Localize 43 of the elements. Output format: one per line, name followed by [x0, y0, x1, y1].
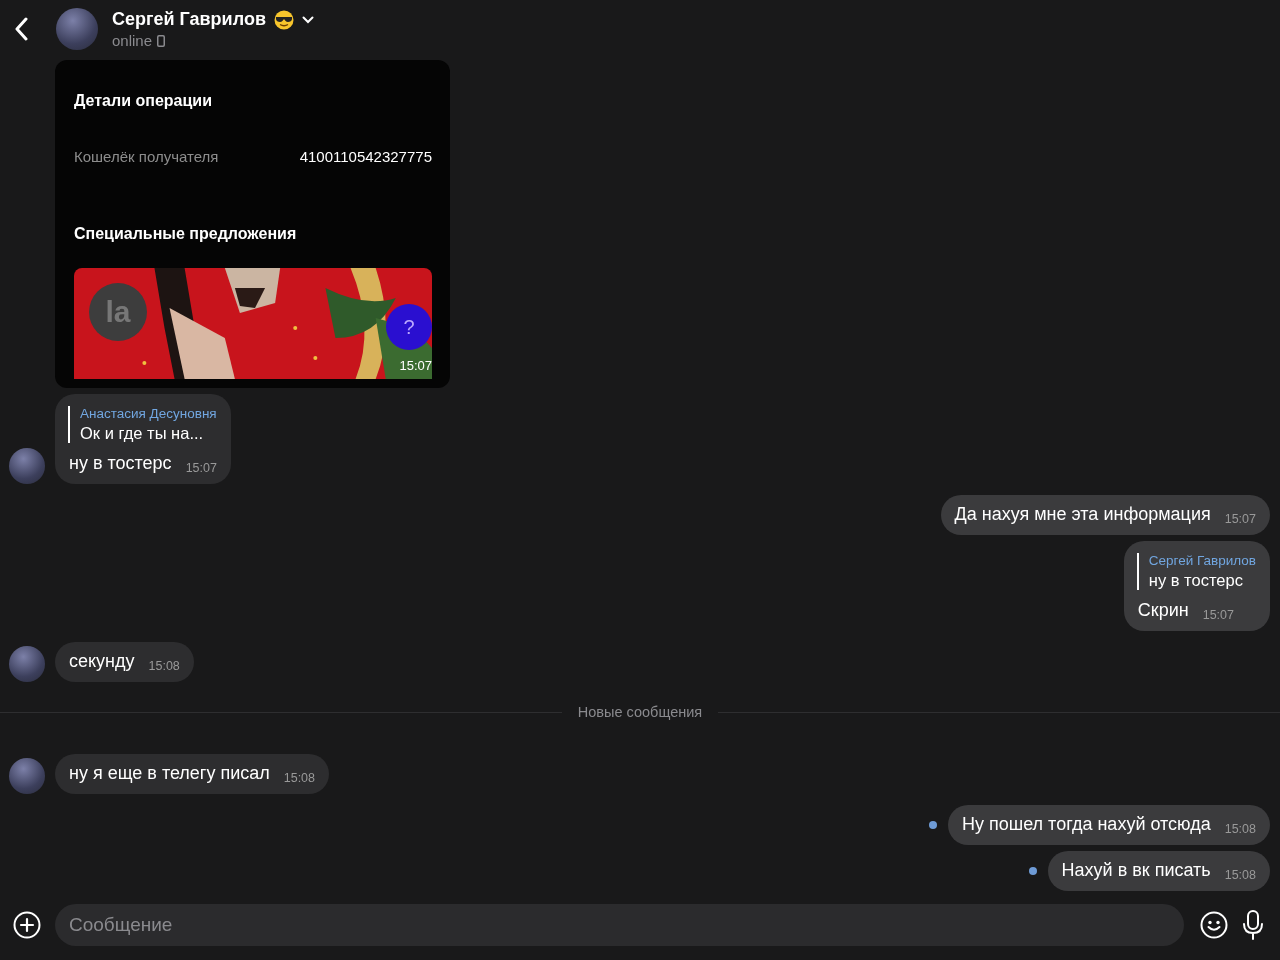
message-bubble[interactable]: секунду 15:08 — [55, 642, 194, 682]
microphone-icon[interactable] — [1242, 910, 1264, 940]
message-bubble[interactable]: Ну пошел тогда нахуй отсюда 15:08 — [948, 805, 1270, 845]
message-text: Нахуй в вк писать — [1061, 860, 1211, 881]
message-time: 15:07 — [1202, 608, 1234, 622]
message-time: 15:08 — [283, 771, 315, 785]
new-messages-divider: Новые сообщения — [576, 704, 704, 720]
section-title: Специальные предложения — [74, 225, 298, 243]
back-icon[interactable] — [14, 17, 28, 41]
message-time: 15:08 — [1224, 868, 1256, 882]
card-title: Детали операции — [74, 92, 213, 110]
avatar[interactable] — [56, 8, 98, 50]
message-text: Ну пошел тогда нахуй отсюда — [962, 814, 1211, 835]
chevron-down-icon[interactable] — [301, 15, 314, 24]
message-text: секунду — [69, 651, 135, 672]
sunglasses-emoji-icon — [273, 9, 294, 30]
reply-text: Ок и где ты на... — [80, 424, 205, 443]
field-value: 4100110542327775 — [299, 148, 432, 165]
message-time: 15:07 — [185, 461, 217, 475]
message-bubble[interactable]: Нахуй в вк писать 15:08 — [1047, 851, 1270, 891]
message-text: ну я еще в телегу писал — [69, 763, 270, 784]
message-bubble[interactable]: Анастасия Десуновня Ок и где ты на... ну в тостерс 15:07 — [55, 394, 231, 484]
add-icon[interactable] — [13, 911, 41, 939]
online-status: online — [112, 32, 153, 49]
message-bubble[interactable]: Да нахуя мне эта информация 15:07 — [940, 495, 1270, 535]
message-field[interactable]: Сообщение — [55, 904, 1184, 946]
screenshot-card[interactable]: Детали операции Кошелёк получателя 4100110542327775 Специальные предложения la ? 15:07 — [55, 60, 450, 388]
message-text: ну в тостерс — [69, 453, 172, 474]
reply-text: ну в тостерс — [1148, 571, 1244, 590]
reply-author: Анастасия Десуновня — [80, 406, 217, 421]
message-time: 15:07 — [399, 358, 432, 373]
contact-name[interactable]: Сергей Гаврилов — [112, 9, 266, 30]
message-bubble[interactable]: ну я еще в телегу писал 15:08 — [55, 754, 329, 794]
message-time: 15:08 — [148, 659, 180, 673]
message-time: 15:08 — [1224, 822, 1256, 836]
emoji-icon[interactable] — [1200, 911, 1228, 939]
message-text: Да нахуя мне эта информация — [954, 504, 1211, 525]
message-time: 15:07 — [1224, 512, 1256, 526]
message-bubble[interactable]: Сергей Гаврилов ну в тостерс Скрин 15:07 — [1123, 541, 1270, 631]
field-label: Кошелёк получателя — [74, 148, 219, 165]
phone-icon — [157, 34, 166, 47]
message-text: Скрин — [1137, 600, 1189, 621]
reply-author: Сергей Гаврилов — [1148, 553, 1256, 568]
